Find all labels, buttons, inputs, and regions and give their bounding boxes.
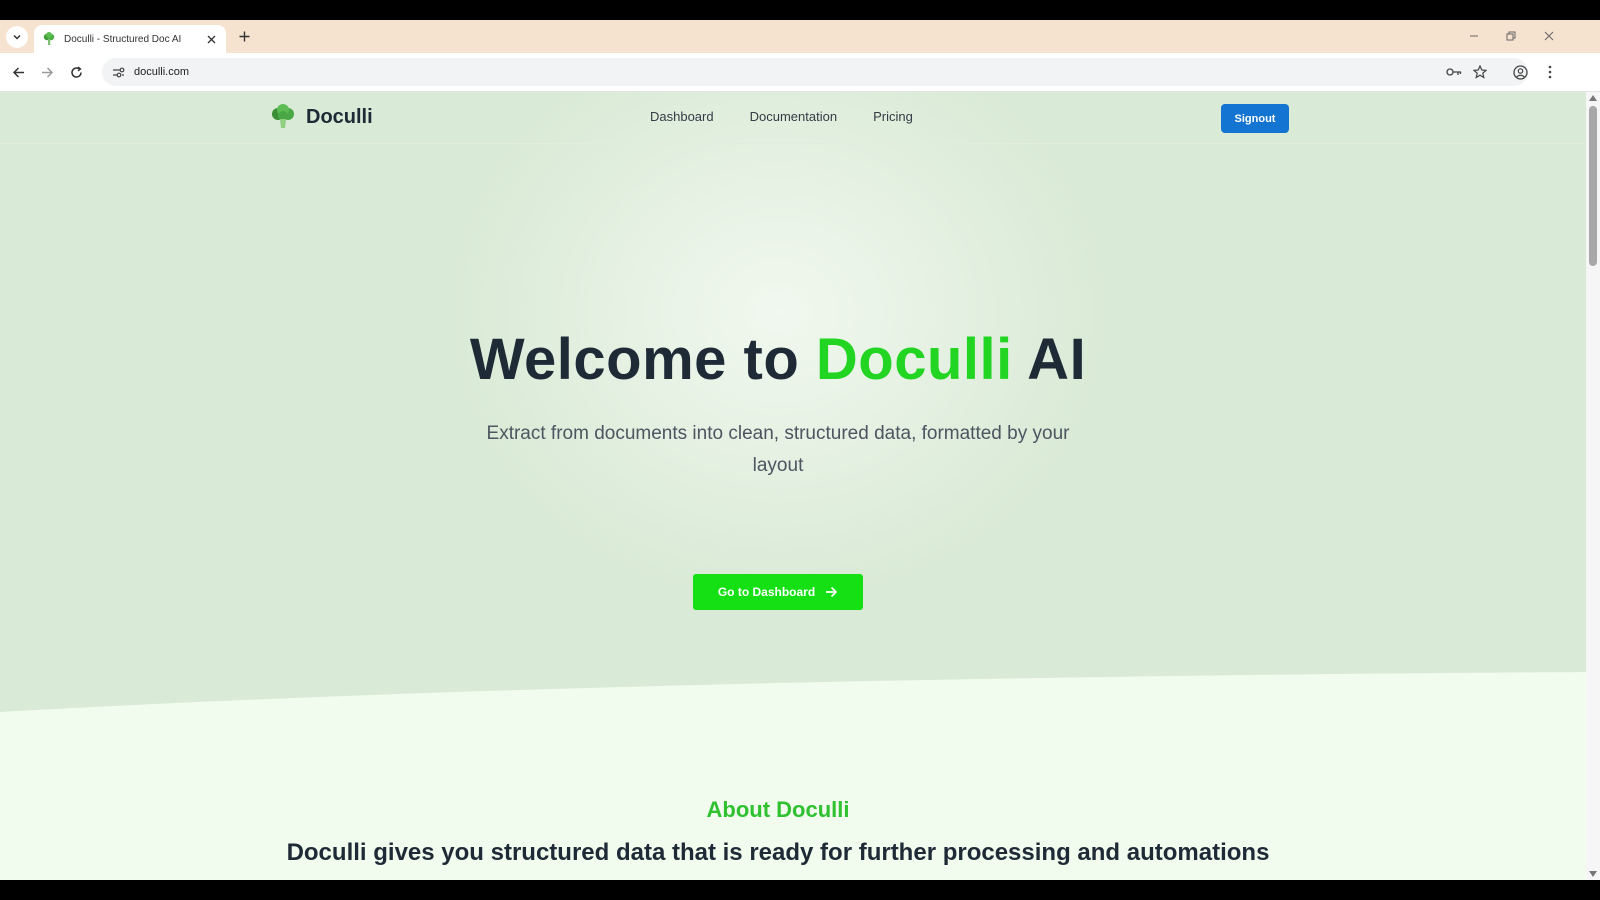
scroll-thumb[interactable] — [1589, 106, 1597, 266]
hero-title-suffix: AI — [1012, 327, 1087, 392]
scroll-down-arrow-icon[interactable] — [1589, 871, 1597, 877]
site-settings-icon[interactable] — [110, 64, 126, 80]
chevron-down-icon — [13, 34, 21, 40]
browser-menu-button[interactable] — [1541, 63, 1559, 81]
broccoli-logo-icon — [272, 104, 294, 128]
minimize-button[interactable] — [1466, 28, 1482, 44]
plus-icon — [239, 31, 249, 41]
restore-icon — [1506, 31, 1516, 41]
hero-title-highlight: Doculli — [815, 327, 1013, 392]
address-bar[interactable]: doculli.com — [102, 58, 1528, 86]
minimize-icon — [1470, 35, 1478, 37]
hero-title-prefix: Welcome to — [469, 327, 816, 392]
tab-search-button[interactable] — [6, 26, 28, 48]
new-tab-button[interactable] — [236, 28, 252, 44]
url-text: doculli.com — [134, 66, 190, 78]
arrow-right-icon — [826, 586, 838, 598]
nav-link-dashboard[interactable]: Dashboard — [650, 109, 714, 124]
arrow-left-icon — [12, 66, 24, 78]
reload-icon — [70, 65, 82, 78]
hero-subtitle: Extract from documents into clean, struc… — [486, 423, 1070, 476]
screen: Doculli - Structured Doc AI doculli.com … — [0, 0, 1600, 900]
bookmark-star-icon[interactable] — [1470, 58, 1490, 86]
browser-tab-active[interactable]: Doculli - Structured Doc AI — [34, 25, 226, 53]
back-button[interactable] — [9, 63, 27, 81]
close-window-button[interactable] — [1541, 28, 1557, 44]
hero-title: Welcome to Doculli AI — [0, 326, 1556, 393]
close-icon — [1544, 31, 1554, 41]
profile-icon — [1512, 64, 1528, 80]
go-to-dashboard-button[interactable]: Go to Dashboard — [693, 574, 863, 610]
scroll-up-arrow-icon[interactable] — [1589, 95, 1597, 101]
password-key-icon[interactable] — [1444, 58, 1464, 86]
tab-strip: Doculli - Structured Doc AI — [0, 20, 1600, 53]
brand-logo-link[interactable]: Doculli — [270, 104, 373, 130]
main-nav: Dashboard Documentation Pricing — [650, 109, 913, 124]
site-header: Doculli Dashboard Documentation Pricing … — [0, 92, 1586, 144]
browser-window: Doculli - Structured Doc AI doculli.com … — [0, 20, 1600, 880]
reload-button[interactable] — [67, 63, 85, 81]
close-icon — [207, 35, 215, 43]
kebab-menu-icon — [1548, 65, 1552, 79]
nav-link-documentation[interactable]: Documentation — [750, 109, 837, 124]
about-heading: About Doculli — [706, 797, 850, 822]
signout-button[interactable]: Signout — [1221, 104, 1289, 133]
forward-button[interactable] — [38, 63, 56, 81]
about-description: Doculli gives you structured data that i… — [286, 839, 1270, 866]
restore-button[interactable] — [1503, 28, 1519, 44]
browser-toolbar: doculli.com — [0, 53, 1600, 92]
web-page: Doculli Dashboard Documentation Pricing … — [0, 92, 1586, 880]
brand-name: Doculli — [306, 105, 373, 128]
page-scrollbar[interactable] — [1586, 92, 1600, 880]
profile-button[interactable] — [1511, 63, 1529, 81]
tab-close-button[interactable] — [204, 32, 218, 46]
tab-title: Doculli - Structured Doc AI — [64, 33, 182, 45]
arrow-right-icon — [41, 66, 53, 78]
cta-label: Go to Dashboard — [717, 585, 816, 599]
nav-link-pricing[interactable]: Pricing — [873, 109, 913, 124]
broccoli-favicon-icon — [43, 32, 55, 45]
